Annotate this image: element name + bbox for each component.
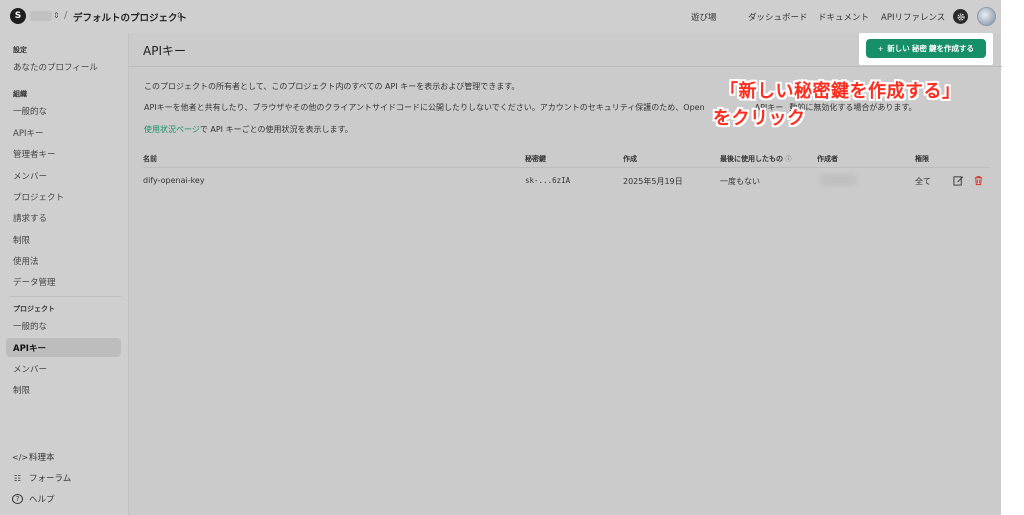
create-secret-key-button[interactable]: + 新しい 秘密 鍵を作成する [866, 39, 986, 58]
settings-section-title: 設定 [13, 46, 27, 54]
header-divider [129, 66, 1002, 67]
key-created-date: 2025年5月19日 [623, 177, 683, 186]
sidebar-item-project-api-keys[interactable]: APIキー [6, 338, 121, 357]
user-avatar[interactable] [977, 7, 996, 26]
nav-dashboard[interactable]: ダッシュボード [748, 11, 808, 23]
sidebar-item-org-limits[interactable]: 制限 [6, 230, 121, 249]
project-switcher[interactable]: デフォルトのプロジェクト [73, 10, 187, 24]
column-header-secret-key: 秘密鍵 [525, 155, 546, 163]
org-section-title: 組織 [13, 90, 27, 98]
description-owner: このプロジェクトの所有者として、このプロジェクト内のすべての API キーを表示… [144, 82, 520, 91]
nav-api-reference[interactable]: APIリファレンス [881, 11, 945, 23]
breadcrumb-separator: / [64, 10, 68, 21]
nav-playground[interactable]: 遊び場 [691, 11, 717, 23]
create-secret-key-label: 新しい 秘密 鍵を作成する [887, 44, 974, 53]
forum-label: フォーラム [29, 474, 72, 484]
usage-page-link[interactable]: 使用状況ページ [144, 125, 200, 134]
key-permission: 全て [915, 177, 931, 186]
sidebar-item-project-members[interactable]: メンバー [6, 359, 121, 378]
sidebar-item-org-general[interactable]: 一般的な [6, 101, 121, 120]
cookbook-label: 料理本 [29, 453, 55, 463]
sidebar-divider [10, 296, 122, 297]
page-title: APIキー [143, 44, 186, 58]
org-switcher-chevron-icon[interactable]: ⇕ [53, 11, 60, 21]
sidebar-item-project-limits[interactable]: 制限 [6, 380, 121, 399]
main-panel: APIキー + 新しい 秘密 鍵を作成する このプロジェクトの所有者として、この… [128, 33, 1002, 515]
key-creator-redacted [819, 174, 857, 186]
top-bar: S ⇕ / デフォルトのプロジェクト ⇕ 遊び場 ダッシュボード ドキュメント … [0, 0, 1001, 33]
settings-gear-icon[interactable] [953, 9, 968, 24]
nav-docs[interactable]: ドキュメント [818, 11, 869, 23]
column-header-last-used: 最後に使用したもの ⓘ [720, 154, 791, 164]
info-icon[interactable]: ⓘ [785, 156, 791, 163]
table-header-divider [143, 167, 989, 168]
column-header-name: 名前 [143, 155, 157, 163]
code-icon: </> [12, 452, 29, 462]
sidebar-item-projects[interactable]: プロジェクト [6, 187, 121, 206]
description-usage: 使用状況ページで API キーごとの使用状況を表示します。 [144, 124, 353, 135]
sidebar-item-usage[interactable]: 使用法 [6, 251, 121, 270]
sidebar-item-profile[interactable]: あなたのプロフィール [6, 57, 121, 76]
sidebar-item-org-members[interactable]: メンバー [6, 166, 121, 185]
forum-icon: ☷ [13, 473, 22, 483]
sidebar-item-admin-keys[interactable]: 管理者キー [6, 144, 121, 163]
org-name-redacted[interactable] [30, 11, 52, 21]
project-switcher-chevron-icon[interactable]: ⇕ [176, 11, 183, 21]
description-security-end: 動的に無効化する場合があります。 [789, 103, 917, 112]
create-button-highlight: + 新しい 秘密 鍵を作成する [859, 33, 993, 65]
edit-icon[interactable] [953, 175, 964, 186]
column-header-permissions: 権限 [915, 155, 929, 163]
key-secret: sk-...6zIA [525, 176, 571, 185]
annotation-line-2: をクリック [713, 108, 806, 129]
sidebar-item-org-api-keys[interactable]: APIキー [6, 123, 121, 142]
column-header-created-by: 作成者 [817, 155, 838, 163]
sidebar-item-billing[interactable]: 請求する [6, 208, 121, 227]
usage-description-text: で API キーごとの使用状況を表示します。 [199, 125, 353, 134]
help-label: ヘルプ [29, 495, 55, 505]
column-header-created: 作成 [623, 155, 637, 163]
org-avatar[interactable]: S [10, 8, 26, 24]
sidebar-item-project-general[interactable]: 一般的な [6, 316, 121, 335]
plus-icon: + [878, 43, 884, 54]
key-name: dify-openai-key [143, 176, 205, 185]
sidebar-cookbook-link[interactable]: </> 料理本 [12, 451, 55, 464]
sidebar: 設定 あなたのプロフィール 組織 一般的な APIキー 管理者キー メンバー プ… [0, 33, 128, 515]
delete-icon[interactable] [973, 175, 984, 186]
sidebar-forum-link[interactable]: ☷ フォーラム [12, 472, 72, 485]
help-icon: ? [12, 494, 23, 504]
last-used-label: 最後に使用したもの [720, 155, 783, 163]
sidebar-help-link[interactable]: ? ヘルプ [12, 493, 55, 505]
project-section-title: プロジェクト [13, 305, 55, 313]
sidebar-item-data-controls[interactable]: データ管理 [6, 272, 121, 291]
key-last-used: 一度もない [720, 177, 760, 186]
app-window: S ⇕ / デフォルトのプロジェクト ⇕ 遊び場 ダッシュボード ドキュメント … [0, 0, 1002, 515]
description-security-text: APIキーを他者と共有したり、ブラウザやその他のクライアントサイドコードに公開し… [144, 103, 705, 112]
annotation-line-1: 「新しい秘密鍵を作成する」 [720, 81, 961, 102]
